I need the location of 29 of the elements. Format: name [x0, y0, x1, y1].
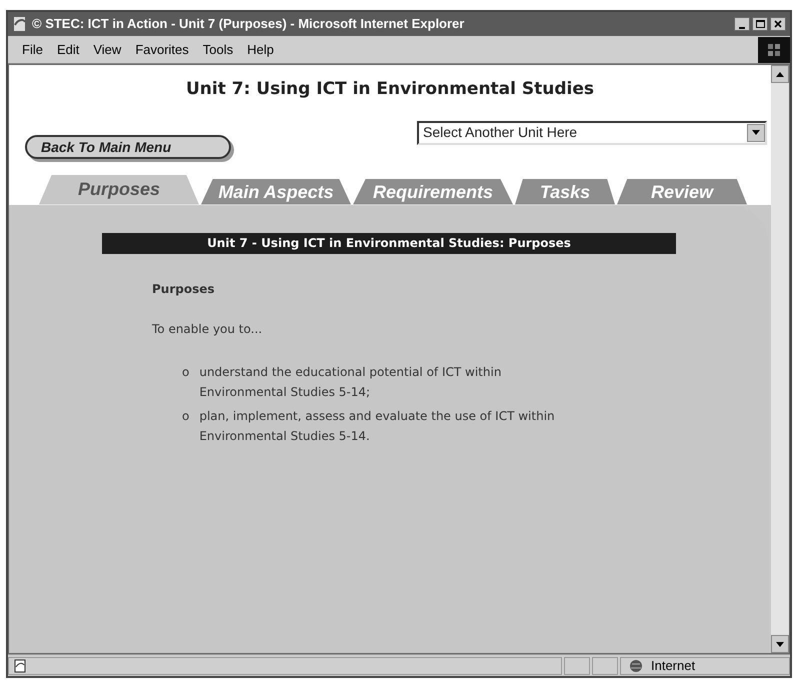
section-title-bar: Unit 7 - Using ICT in Environmental Studies: Purposes [102, 232, 676, 254]
menu-item[interactable]: Help [247, 40, 274, 60]
maximize-icon [756, 20, 764, 28]
menu-item[interactable]: Favorites [135, 40, 189, 60]
globe-icon [629, 658, 643, 672]
bullet-marker: o [182, 408, 190, 424]
menu-item[interactable]: Edit [56, 40, 80, 60]
security-zone: Internet [651, 656, 696, 675]
maximize-button[interactable] [752, 17, 768, 31]
minimize-icon [739, 27, 745, 30]
close-icon [774, 20, 782, 28]
menu-item[interactable]: View [93, 40, 122, 60]
scrollbar[interactable] [771, 65, 789, 653]
window-title: © STEC: ICT in Action - Unit 7 (Purposes) - Microsoft Internet Explorer [32, 15, 466, 34]
select-value: Select Another Unit Here [422, 123, 578, 142]
page-heading: Unit 7: Using ICT in Environmental Studies [184, 78, 596, 101]
close-button[interactable] [770, 17, 786, 31]
intro-text: To enable you to... [152, 320, 264, 338]
unit-select[interactable]: Select Another Unit Here [417, 120, 767, 144]
minimize-button[interactable] [734, 17, 750, 31]
bullet-text: plan, implement, assess and evaluate the use of ICT within Environmental Studies 5-14. [199, 408, 556, 444]
browser-icon [12, 16, 28, 32]
section-subheading: Purposes [152, 280, 216, 298]
menu-item[interactable]: File [22, 40, 43, 60]
bullet-marker: o [182, 364, 190, 380]
menu-item[interactable]: Tools [202, 40, 234, 60]
tab[interactable]: Purposes [39, 174, 199, 204]
page-icon [13, 658, 27, 672]
bullet-text: understand the educational potential of ICT within Environmental Studies 5-14; [199, 364, 502, 400]
